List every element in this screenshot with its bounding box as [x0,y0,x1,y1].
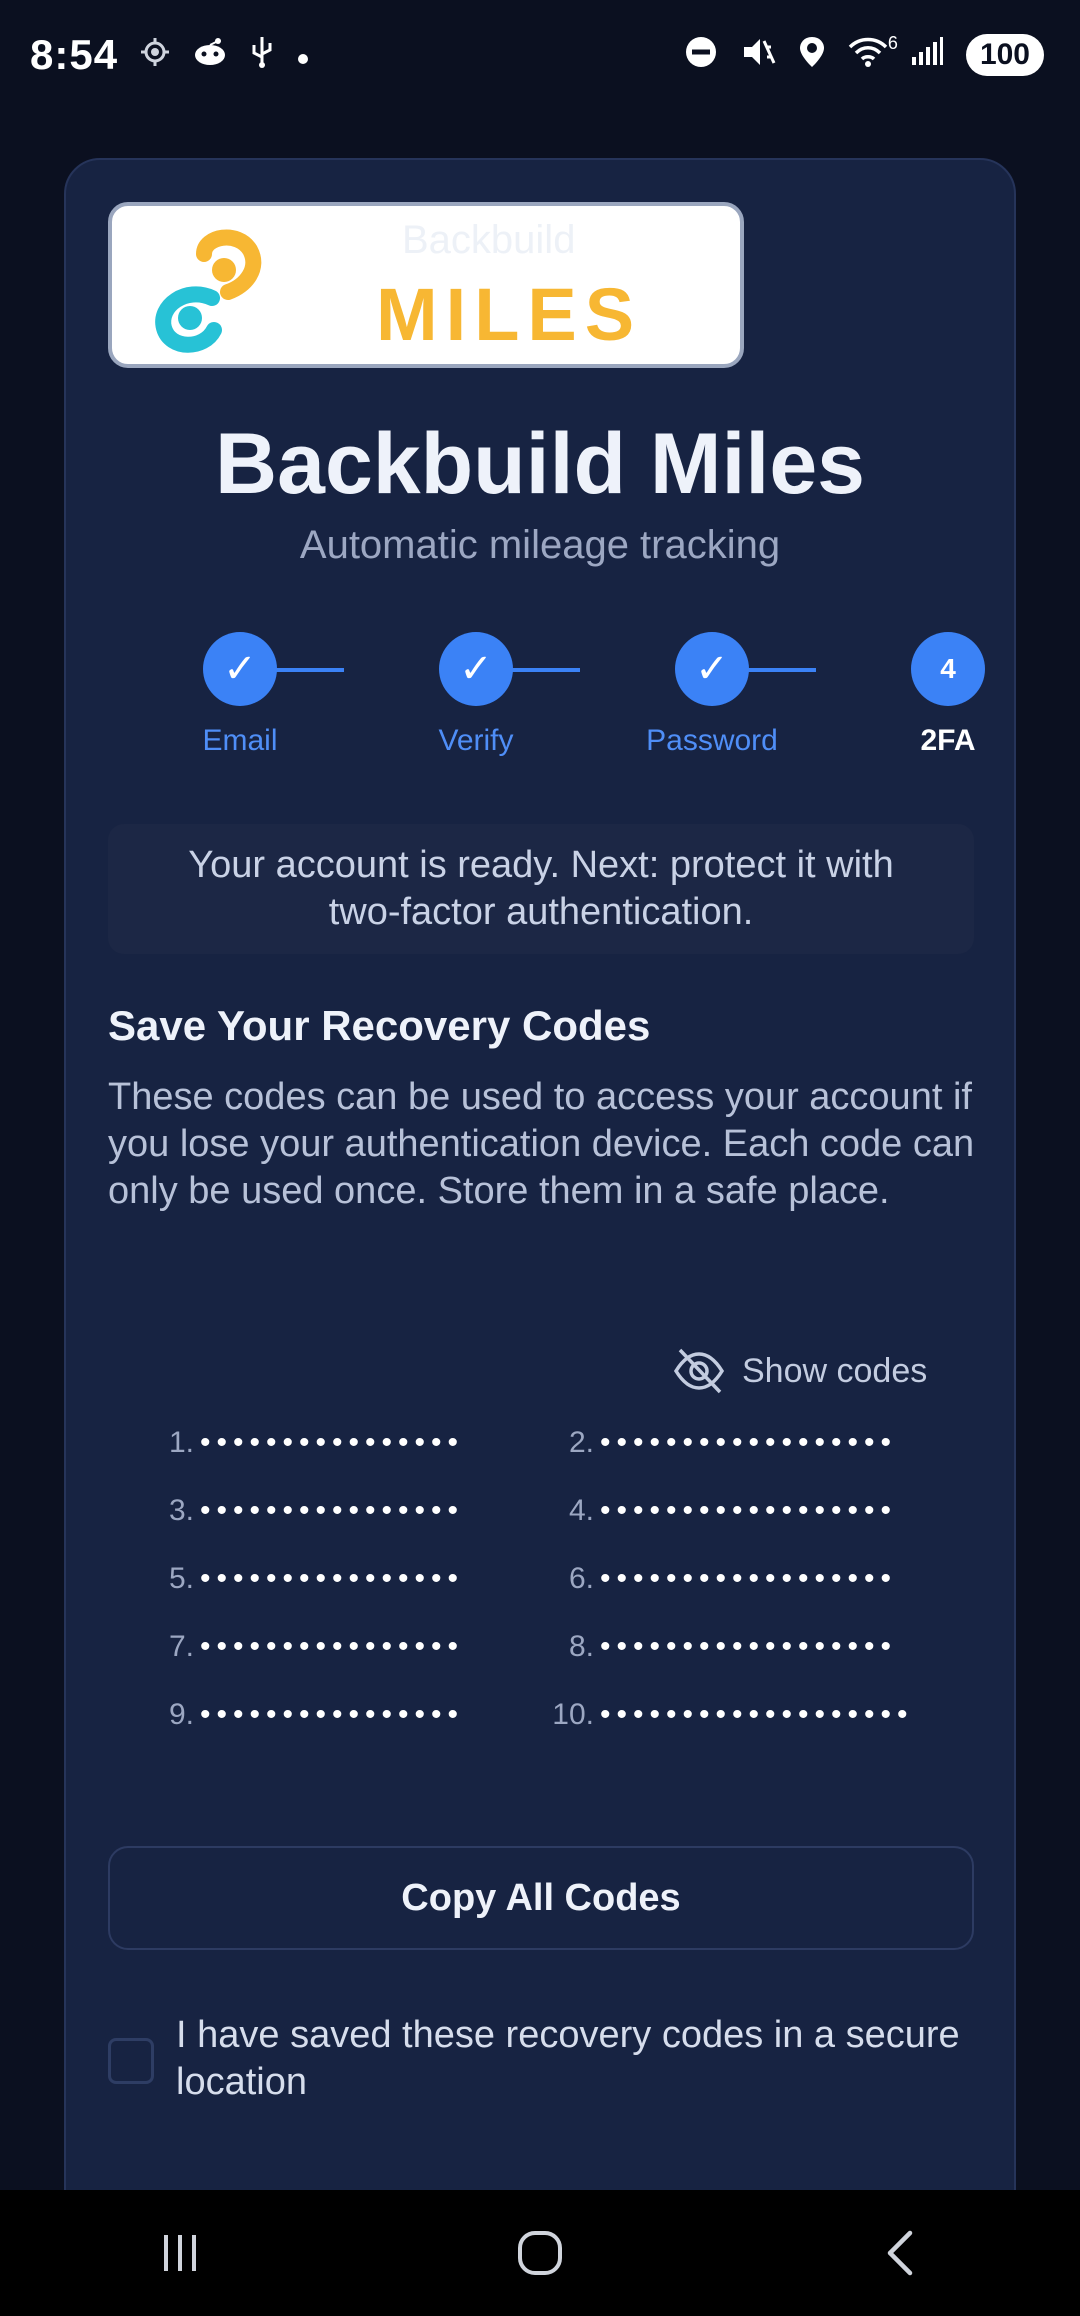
home-button[interactable] [480,2213,600,2293]
usb-icon [250,35,274,75]
section-description: These codes can be used to access your a… [108,1076,975,1212]
recovery-code: 8. •••••••••••••••••• [548,1630,897,1664]
recents-icon [164,2235,196,2271]
saved-confirm-row[interactable]: I have saved these recovery codes in a s… [108,2012,974,2106]
code-number: 3. [168,1494,194,1527]
cell-signal-icon [910,37,944,73]
code-masked: ••••••••••••••••••• [600,1698,914,1731]
status-bar: 8:54 6 100 [0,0,1080,110]
dot-icon [296,38,310,72]
recents-button[interactable] [120,2213,240,2293]
status-left: 8:54 [30,31,310,79]
signup-card: Backbuild MILES Backbuild Miles Automati… [64,158,1016,2268]
location-target-icon [140,37,170,73]
code-masked: •••••••••••••••••• [600,1630,898,1663]
saved-confirm-checkbox[interactable] [108,2038,154,2084]
code-masked: •••••••••••••••• [200,1426,465,1459]
code-number: 2. [568,1426,594,1459]
code-masked: •••••••••••••••• [200,1630,465,1663]
code-number: 5. [168,1562,194,1595]
wifi-signal-label: 6 [887,33,898,53]
code-masked: •••••••••••••••• [200,1698,465,1731]
code-number: 4. [568,1494,594,1527]
step-label: Email [202,724,278,757]
step-connector [502,668,580,672]
logo-wordmark: MILES [376,273,643,356]
status-time: 8:54 [30,31,119,78]
app-subtitle: Automatic mileage tracking [299,523,781,567]
battery-icon: 100 [965,34,1044,76]
show-codes-toggle[interactable]: Show codes [672,1344,927,1398]
code-masked: •••••••••••••••• [200,1562,465,1595]
recovery-code: 7. •••••••••••••••• [148,1630,464,1664]
recovery-code: 2. •••••••••••••••••• [548,1426,897,1460]
step-label: Password [646,724,778,757]
location-pin-icon [798,35,826,75]
step-number: 4 [911,632,985,706]
step-label: Verify [438,724,514,757]
step-label: 2FA [920,724,976,757]
recovery-code: 10. ••••••••••••••••••• [548,1698,914,1732]
app-logo: Backbuild MILES [108,202,744,368]
info-banner: Your account is ready. Next: protect it … [108,824,974,954]
code-masked: •••••••••••••••• [200,1494,465,1527]
copy-all-codes-button[interactable]: Copy All Codes [108,1846,974,1950]
code-number: 9. [168,1698,194,1731]
reddit-icon [192,37,228,73]
code-number: 6. [568,1562,594,1595]
mute-vibrate-icon [740,35,776,75]
back-button[interactable] [840,2213,960,2293]
recovery-code: 5. •••••••••••••••• [148,1562,464,1596]
app-title: Backbuild Miles [215,416,865,512]
step-verify: ✓ Verify [366,632,586,758]
step-connector [738,668,816,672]
code-number: 8. [568,1630,594,1663]
recovery-code: 1. •••••••••••••••• [148,1426,464,1460]
code-masked: •••••••••••••••••• [600,1426,898,1459]
do-not-disturb-icon [684,35,718,75]
code-number: 7. [168,1630,194,1663]
status-right: 6 100 [684,34,1044,76]
logo-mark-icon [155,229,262,353]
recovery-code: 4. •••••••••••••••••• [548,1494,897,1528]
step-2fa: 4 2FA [838,632,1014,758]
logo-ghost-text: Backbuild [402,218,576,262]
step-email: ✓ Email [130,632,350,758]
system-nav-bar [0,2190,1080,2316]
step-connector [266,668,344,672]
recovery-code: 6. •••••••••••••••••• [548,1562,897,1596]
back-icon [887,2230,913,2276]
code-masked: •••••••••••••••••• [600,1562,898,1595]
code-number: 10. [552,1698,594,1731]
code-number: 1. [168,1426,194,1459]
signup-stepper: ✓ Email ✓ Verify ✓ Password 4 2FA [66,632,1014,772]
code-masked: •••••••••••••••••• [600,1494,898,1527]
show-codes-label: Show codes [742,1351,928,1390]
section-title: Save Your Recovery Codes [108,1002,651,1049]
saved-confirm-label[interactable]: I have saved these recovery codes in a s… [176,2012,974,2106]
recovery-code: 9. •••••••••••••••• [148,1698,464,1732]
eye-off-icon [673,1348,725,1394]
recovery-code: 3. •••••••••••••••• [148,1494,464,1528]
wifi-icon: 6 [848,34,898,74]
home-icon [518,2231,562,2275]
step-password: ✓ Password [602,632,822,758]
